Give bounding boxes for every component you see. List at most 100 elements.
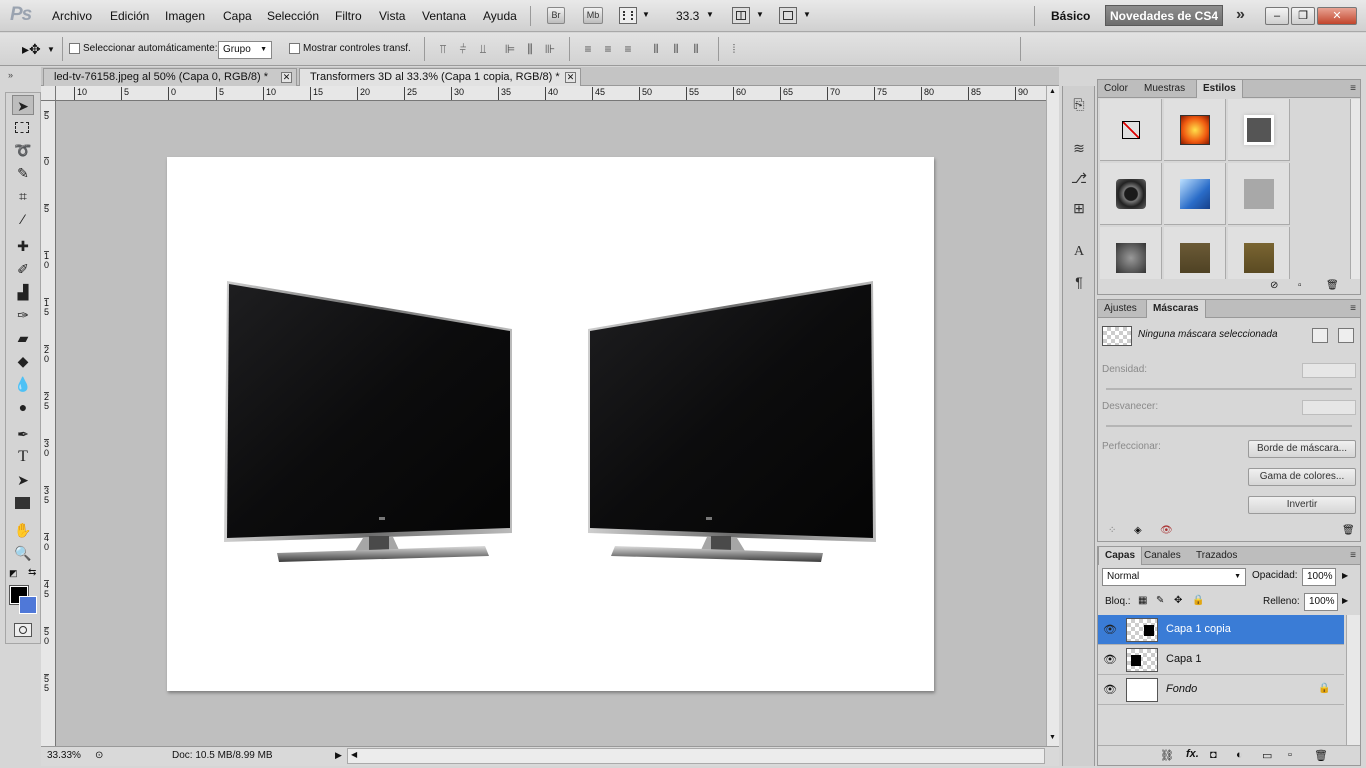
menu-ayuda[interactable]: Ayuda — [483, 9, 517, 23]
marquee-tool-icon[interactable] — [12, 118, 34, 138]
tab-canales[interactable]: Canales — [1138, 547, 1187, 565]
distribute-right-icon[interactable]: ⦀ — [689, 42, 703, 56]
load-selection-icon[interactable]: ⁘ — [1108, 525, 1116, 536]
style-dark-bevel[interactable] — [1100, 163, 1162, 225]
quick-mask-icon[interactable] — [14, 623, 32, 637]
tab-color[interactable]: Color — [1098, 80, 1134, 98]
status-menu-icon[interactable]: ▶ — [335, 750, 342, 761]
style-light-gray[interactable] — [1228, 163, 1290, 225]
eye-icon[interactable]: 👁 — [1103, 653, 1117, 666]
layers-scrollbar[interactable] — [1346, 615, 1360, 745]
scroll-up-icon[interactable]: ▲ — [1049, 88, 1056, 95]
tab-muestras[interactable]: Muestras — [1138, 80, 1191, 98]
new-layer-icon[interactable]: ▫ — [1288, 749, 1292, 761]
opacity-input[interactable]: 100% — [1302, 568, 1336, 586]
distribute-bottom-icon[interactable]: ≡ — [621, 42, 635, 56]
eraser-tool-icon[interactable]: ▰ — [12, 328, 34, 348]
show-transform-checkbox[interactable] — [289, 43, 300, 54]
dodge-tool-icon[interactable]: ● — [12, 397, 34, 417]
workspace-novedades-cs4[interactable]: Novedades de CS4 — [1105, 5, 1223, 26]
lasso-tool-icon[interactable]: ➰ — [12, 140, 34, 160]
align-bottom-icon[interactable]: ⫫ — [476, 42, 490, 56]
mask-edge-button[interactable]: Borde de máscara... — [1248, 440, 1356, 458]
brush-tool-icon[interactable]: ✐ — [12, 259, 34, 279]
restore-button[interactable]: ❐ — [1291, 7, 1315, 25]
tool-presets-icon[interactable]: ⊞ — [1069, 198, 1089, 218]
panel-menu-icon[interactable]: ≡ — [1350, 83, 1356, 94]
align-top-icon[interactable]: ⫪ — [436, 42, 450, 56]
menu-edicion[interactable]: Edición — [110, 9, 149, 23]
menu-vista[interactable]: Vista — [379, 9, 405, 23]
arrange-documents-icon[interactable] — [732, 7, 750, 24]
panel-menu-icon[interactable]: ≡ — [1350, 550, 1356, 561]
vector-mask-icon[interactable] — [1338, 328, 1354, 343]
healing-brush-tool-icon[interactable]: ✚ — [12, 236, 34, 256]
horizontal-scrollbar[interactable]: ◀ — [347, 748, 1045, 764]
document-canvas[interactable] — [167, 157, 934, 691]
screen-mode-dropdown-icon[interactable]: ▼ — [803, 10, 811, 19]
align-left-icon[interactable]: ⊫ — [503, 42, 517, 56]
style-bronze[interactable] — [1164, 227, 1226, 279]
opacity-slider-icon[interactable]: ▶ — [1342, 571, 1348, 580]
type-tool-icon[interactable]: T — [12, 447, 34, 467]
invert-button[interactable]: Invertir — [1248, 496, 1356, 514]
more-workspaces-icon[interactable]: » — [1236, 6, 1245, 24]
lock-all-icon[interactable]: 🔒 — [1192, 595, 1204, 606]
trash-icon[interactable]: 🗑 — [1314, 749, 1328, 762]
menu-seleccion[interactable]: Selección — [267, 9, 319, 23]
zoom-level[interactable]: 33.3 — [676, 9, 699, 23]
clone-source-icon[interactable]: ⎇ — [1069, 168, 1089, 188]
paint-bucket-tool-icon[interactable]: ◆ — [12, 351, 34, 371]
style-glow-orange[interactable] — [1164, 99, 1226, 161]
align-right-icon[interactable]: ⊪ — [543, 42, 557, 56]
move-tool-preset-icon[interactable]: ▸✥ — [22, 41, 41, 58]
zoom-dropdown-icon[interactable]: ▼ — [706, 10, 714, 19]
status-options-icon[interactable]: ⊙ — [95, 750, 103, 761]
adjustment-layer-icon[interactable]: ◐ — [1236, 749, 1243, 761]
distribute-hcenter-icon[interactable]: ⦀ — [669, 42, 683, 56]
lock-image-icon[interactable]: ✎ — [1156, 595, 1164, 606]
eyedropper-tool-icon[interactable]: ⁄ — [12, 209, 34, 229]
tab-ajustes[interactable]: Ajustes — [1098, 300, 1143, 318]
trash-icon[interactable]: 🗑 — [1326, 280, 1339, 291]
paragraph-panel-icon[interactable]: ¶ — [1069, 272, 1089, 292]
tab-led-tv[interactable]: led-tv-76158.jpeg al 50% (Capa 0, RGB/8)… — [43, 68, 297, 86]
color-range-button[interactable]: Gama de colores... — [1248, 468, 1356, 486]
lock-position-icon[interactable]: ✥ — [1174, 595, 1182, 606]
menu-imagen[interactable]: Imagen — [165, 9, 205, 23]
film-icon[interactable] — [619, 7, 637, 24]
rectangle-tool-icon[interactable] — [12, 493, 34, 513]
auto-align-icon[interactable]: ⦙ — [727, 42, 741, 56]
bridge-button[interactable]: Br — [547, 7, 565, 24]
default-colors-icon[interactable]: ◩ — [9, 568, 18, 579]
move-tool-icon[interactable]: ➤ — [12, 95, 34, 115]
lock-transparency-icon[interactable]: ▦ — [1138, 595, 1147, 606]
ruler-origin[interactable] — [41, 86, 56, 101]
new-group-icon[interactable]: ▭ — [1262, 749, 1272, 762]
minibridge-button[interactable]: Mb — [583, 7, 603, 24]
tool-preset-dropdown-icon[interactable]: ▼ — [47, 45, 55, 54]
align-vcenter-icon[interactable]: ⫩ — [456, 42, 470, 56]
tab-estilos[interactable]: Estilos — [1196, 80, 1243, 98]
style-outline-gray[interactable] — [1228, 99, 1290, 161]
crop-tool-icon[interactable]: ⌗ — [12, 186, 34, 206]
auto-select-dropdown[interactable]: Grupo ▼ — [218, 41, 272, 59]
menu-capa[interactable]: Capa — [223, 9, 252, 23]
close-button[interactable]: ✕ — [1317, 7, 1357, 25]
style-dark-gradient[interactable] — [1100, 227, 1162, 279]
clone-stamp-tool-icon[interactable]: ▟ — [12, 282, 34, 302]
layer-row-capa-1-copia[interactable]: 👁 Capa 1 copia — [1098, 615, 1344, 645]
tab-mascaras[interactable]: Máscaras — [1146, 300, 1206, 318]
fill-slider-icon[interactable]: ▶ — [1342, 596, 1348, 605]
style-blue-glass[interactable] — [1164, 163, 1226, 225]
layer-style-icon[interactable]: fx. — [1186, 748, 1199, 760]
screen-mode-icon[interactable] — [779, 7, 797, 24]
style-gold[interactable] — [1228, 227, 1290, 279]
arrange-dropdown-icon[interactable]: ▼ — [756, 10, 764, 19]
align-hcenter-icon[interactable]: ⫼ — [523, 42, 537, 56]
background-color-swatch[interactable] — [19, 596, 37, 614]
new-style-icon[interactable]: ▫ — [1298, 280, 1302, 291]
distribute-vcenter-icon[interactable]: ≡ — [601, 42, 615, 56]
pen-tool-icon[interactable]: ✒ — [12, 424, 34, 444]
brush-presets-icon[interactable]: ≋ — [1069, 138, 1089, 158]
